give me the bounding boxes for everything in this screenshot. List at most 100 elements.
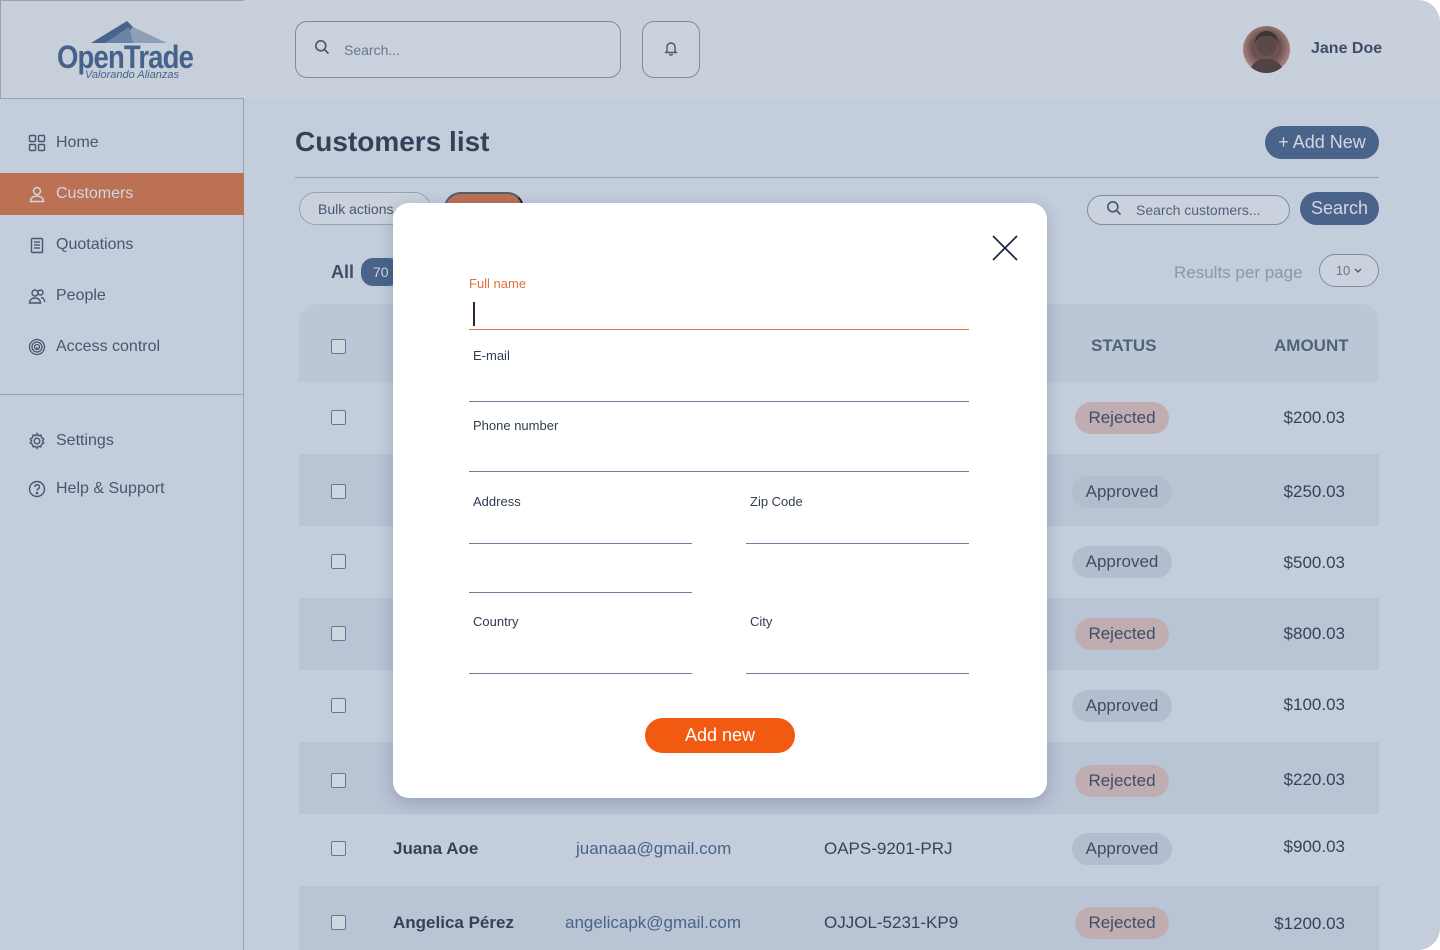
- search-input[interactable]: [344, 41, 584, 58]
- email-field[interactable]: [469, 372, 969, 402]
- amount-value: $250.03: [1283, 482, 1345, 501]
- people-icon: [28, 287, 46, 305]
- results-per-page-select[interactable]: 10: [1319, 254, 1379, 287]
- row-checkbox[interactable]: [331, 554, 346, 569]
- topbar: Jane Doe: [244, 0, 1440, 99]
- amount-value: $200.03: [1283, 408, 1345, 427]
- add-new-button[interactable]: + Add New: [1265, 126, 1379, 159]
- row-checkbox[interactable]: [331, 626, 346, 641]
- bell-icon: [663, 40, 679, 59]
- zip-code-field[interactable]: [746, 514, 969, 544]
- close-button[interactable]: [991, 234, 1019, 262]
- search-button[interactable]: Search: [1300, 192, 1379, 225]
- table-row[interactable]: Angelica Pérez angelicapk@gmail.com OJJOL-…: [299, 886, 1379, 950]
- amount-value: $220.03: [1283, 770, 1345, 789]
- status-badge: Rejected: [1075, 618, 1169, 650]
- full-name-field[interactable]: [469, 300, 969, 330]
- sidebar-item-quotations[interactable]: Quotations: [0, 224, 244, 266]
- table-row[interactable]: Juana Aoe juanaaa@gmail.com OAPS-9201-PRJ A…: [299, 814, 1379, 886]
- app-window: OpenTrade Valorando Alianzas Home Custom…: [0, 0, 1440, 950]
- grid-icon: [28, 134, 46, 152]
- address-line-2-field[interactable]: [469, 563, 692, 593]
- fingerprint-icon: [28, 338, 46, 356]
- status-badge: Rejected: [1075, 402, 1169, 434]
- column-header-amount[interactable]: AMOUNT: [1274, 336, 1349, 356]
- customer-code: OAPS-9201-PRJ: [824, 839, 953, 858]
- avatar[interactable]: [1243, 26, 1290, 73]
- row-checkbox[interactable]: [331, 410, 346, 425]
- results-per-page-label: Results per page: [1174, 263, 1303, 282]
- phone-field[interactable]: [469, 442, 969, 472]
- status-badge: Rejected: [1075, 765, 1169, 797]
- logo-tagline: Valorando Alianzas: [85, 69, 179, 81]
- row-checkbox[interactable]: [331, 484, 346, 499]
- customer-email[interactable]: angelicapk@gmail.com: [565, 913, 741, 933]
- status-badge: Rejected: [1075, 907, 1169, 939]
- add-new-submit-button[interactable]: Add new: [645, 718, 795, 753]
- sidebar-item-label: Access control: [56, 338, 161, 355]
- sidebar-item-customers[interactable]: Customers: [0, 173, 244, 215]
- status-badge: Approved: [1072, 476, 1172, 508]
- row-checkbox[interactable]: [331, 773, 346, 788]
- column-header-status[interactable]: STATUS: [1091, 336, 1156, 356]
- row-checkbox[interactable]: [331, 841, 346, 856]
- zip-code-label: Zip Code: [750, 494, 803, 509]
- search-icon: [1106, 200, 1122, 221]
- status-badge: Approved: [1072, 690, 1172, 722]
- row-checkbox[interactable]: [331, 698, 346, 713]
- user-name[interactable]: Jane Doe: [1311, 40, 1382, 58]
- sidebar-item-settings[interactable]: Settings: [0, 420, 244, 462]
- search-icon: [314, 39, 330, 60]
- tab-all[interactable]: All: [331, 262, 354, 283]
- add-customer-modal: Full name E-mail Phone number Address Zi…: [393, 203, 1047, 798]
- sidebar-item-label: People: [56, 287, 106, 304]
- status-badge: Approved: [1072, 833, 1172, 865]
- sidebar-item-label: Customers: [56, 185, 134, 202]
- sidebar-item-label: Quotations: [56, 236, 134, 253]
- sidebar-item-home[interactable]: Home: [0, 122, 244, 164]
- sidebar-item-access-control[interactable]: Access control: [0, 326, 244, 368]
- customer-name: Angelica Pérez: [393, 913, 514, 932]
- country-field[interactable]: [469, 644, 692, 674]
- close-icon: [991, 235, 1019, 265]
- phone-label: Phone number: [473, 418, 559, 433]
- page-title: Customers list: [295, 126, 490, 157]
- global-search[interactable]: [295, 21, 621, 78]
- sidebar-item-label: Home: [56, 134, 99, 151]
- sidebar-item-label: Help & Support: [56, 480, 165, 497]
- notifications-button[interactable]: [642, 21, 700, 78]
- sidebar: OpenTrade Valorando Alianzas Home Custom…: [0, 0, 244, 950]
- customer-name: Juana Aoe: [393, 839, 479, 858]
- amount-value: $800.03: [1283, 624, 1345, 643]
- customer-code: OJJOL-5231-KP9: [824, 913, 959, 932]
- sidebar-item-people[interactable]: People: [0, 275, 244, 317]
- title-divider: [295, 177, 1379, 178]
- customer-search[interactable]: [1087, 195, 1290, 225]
- select-all-checkbox[interactable]: [331, 339, 346, 354]
- country-label: Country: [473, 614, 519, 629]
- row-checkbox[interactable]: [331, 915, 346, 930]
- amount-value: $900.03: [1283, 837, 1345, 856]
- document-icon: [28, 236, 46, 254]
- full-name-label: Full name: [469, 276, 527, 291]
- help-icon: [28, 480, 46, 498]
- sidebar-divider: [0, 394, 244, 395]
- sidebar-item-help[interactable]: Help & Support: [0, 468, 244, 510]
- city-field[interactable]: [746, 644, 969, 674]
- amount-value: $100.03: [1283, 695, 1345, 714]
- text-cursor: [473, 302, 475, 326]
- amount-value: $500.03: [1283, 553, 1345, 572]
- amount-value: $1200.03: [1274, 914, 1345, 933]
- user-icon: [28, 185, 46, 203]
- email-label: E-mail: [473, 348, 510, 363]
- sidebar-item-label: Settings: [56, 432, 114, 449]
- gear-icon: [28, 432, 46, 450]
- customer-email[interactable]: juanaaa@gmail.com: [576, 839, 731, 859]
- chevron-down-icon: [1354, 268, 1362, 274]
- address-label: Address: [473, 494, 521, 509]
- city-label: City: [750, 614, 773, 629]
- status-badge: Approved: [1072, 546, 1172, 578]
- address-field[interactable]: [469, 514, 692, 544]
- logo[interactable]: OpenTrade Valorando Alianzas: [0, 0, 244, 99]
- customer-search-input[interactable]: [1136, 202, 1276, 218]
